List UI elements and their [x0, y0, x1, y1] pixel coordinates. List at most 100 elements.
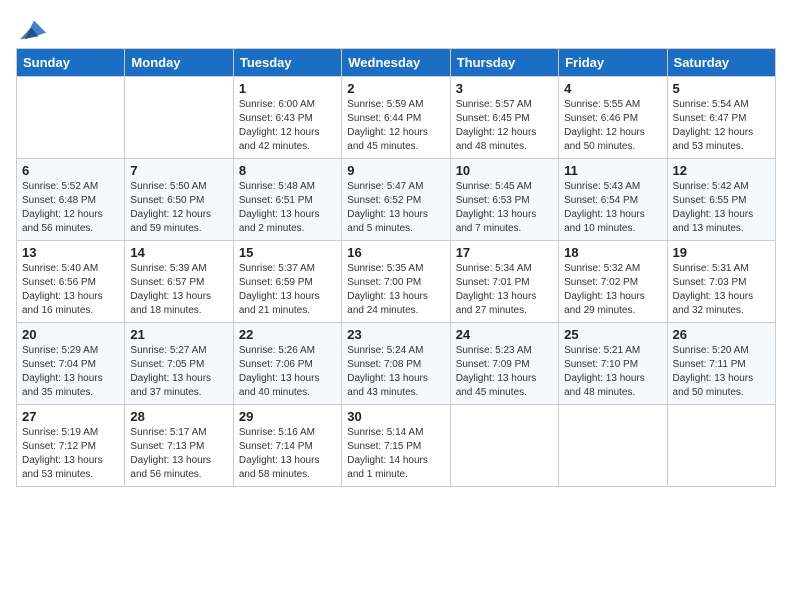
day-info: Sunrise: 5:48 AM Sunset: 6:51 PM Dayligh…	[239, 180, 336, 236]
day-number: 29	[239, 409, 336, 424]
day-cell: 28 Sunrise: 5:17 AM Sunset: 7:13 PM Dayli…	[125, 405, 233, 487]
day-info: Sunrise: 5:55 AM Sunset: 6:46 PM Dayligh…	[564, 98, 661, 154]
day-number: 5	[673, 81, 770, 96]
weekday-tuesday: Tuesday	[233, 49, 341, 77]
weekday-wednesday: Wednesday	[342, 49, 450, 77]
day-number: 14	[130, 245, 227, 260]
day-cell	[667, 405, 775, 487]
day-info: Sunrise: 5:31 AM Sunset: 7:03 PM Dayligh…	[673, 262, 770, 318]
day-cell: 2 Sunrise: 5:59 AM Sunset: 6:44 PM Daylig…	[342, 77, 450, 159]
day-info: Sunrise: 5:29 AM Sunset: 7:04 PM Dayligh…	[22, 344, 119, 400]
day-cell: 14 Sunrise: 5:39 AM Sunset: 6:57 PM Dayli…	[125, 241, 233, 323]
day-info: Sunrise: 5:23 AM Sunset: 7:09 PM Dayligh…	[456, 344, 553, 400]
calendar-table: SundayMondayTuesdayWednesdayThursdayFrid…	[16, 48, 776, 487]
weekday-thursday: Thursday	[450, 49, 558, 77]
day-cell: 8 Sunrise: 5:48 AM Sunset: 6:51 PM Daylig…	[233, 159, 341, 241]
day-info: Sunrise: 5:45 AM Sunset: 6:53 PM Dayligh…	[456, 180, 553, 236]
day-number: 13	[22, 245, 119, 260]
weekday-header-row: SundayMondayTuesdayWednesdayThursdayFrid…	[17, 49, 776, 77]
day-cell: 17 Sunrise: 5:34 AM Sunset: 7:01 PM Dayli…	[450, 241, 558, 323]
day-number: 16	[347, 245, 444, 260]
day-number: 11	[564, 163, 661, 178]
day-cell: 26 Sunrise: 5:20 AM Sunset: 7:11 PM Dayli…	[667, 323, 775, 405]
day-number: 28	[130, 409, 227, 424]
day-info: Sunrise: 5:20 AM Sunset: 7:11 PM Dayligh…	[673, 344, 770, 400]
weekday-sunday: Sunday	[17, 49, 125, 77]
day-cell: 24 Sunrise: 5:23 AM Sunset: 7:09 PM Dayli…	[450, 323, 558, 405]
day-info: Sunrise: 5:17 AM Sunset: 7:13 PM Dayligh…	[130, 426, 227, 482]
page-container: SundayMondayTuesdayWednesdayThursdayFrid…	[16, 16, 776, 487]
day-cell	[450, 405, 558, 487]
day-info: Sunrise: 5:42 AM Sunset: 6:55 PM Dayligh…	[673, 180, 770, 236]
day-info: Sunrise: 5:59 AM Sunset: 6:44 PM Dayligh…	[347, 98, 444, 154]
weekday-monday: Monday	[125, 49, 233, 77]
day-number: 7	[130, 163, 227, 178]
day-cell: 22Sunrise: 5:26 AM Sunset: 7:06 PM Dayli…	[233, 323, 341, 405]
day-info: Sunrise: 5:54 AM Sunset: 6:47 PM Dayligh…	[673, 98, 770, 154]
day-cell: 12 Sunrise: 5:42 AM Sunset: 6:55 PM Dayli…	[667, 159, 775, 241]
day-info: Sunrise: 5:26 AM Sunset: 7:06 PM Dayligh…	[239, 344, 336, 400]
day-number: 26	[673, 327, 770, 342]
day-info: Sunrise: 5:40 AM Sunset: 6:56 PM Dayligh…	[22, 262, 119, 318]
day-info: Sunrise: 5:35 AM Sunset: 7:00 PM Dayligh…	[347, 262, 444, 318]
day-cell: 15 Sunrise: 5:37 AM Sunset: 6:59 PM Dayli…	[233, 241, 341, 323]
logo-icon	[20, 16, 48, 44]
day-cell: 7 Sunrise: 5:50 AM Sunset: 6:50 PM Daylig…	[125, 159, 233, 241]
day-number: 3	[456, 81, 553, 96]
day-number: 23	[347, 327, 444, 342]
day-number: 19	[673, 245, 770, 260]
day-cell: 23 Sunrise: 5:24 AM Sunset: 7:08 PM Dayli…	[342, 323, 450, 405]
day-cell: 10 Sunrise: 5:45 AM Sunset: 6:53 PM Dayli…	[450, 159, 558, 241]
header	[16, 16, 776, 44]
day-cell: 1 Sunrise: 6:00 AM Sunset: 6:43 PM Daylig…	[233, 77, 341, 159]
day-number: 2	[347, 81, 444, 96]
day-cell	[559, 405, 667, 487]
day-info: Sunrise: 5:19 AM Sunset: 7:12 PM Dayligh…	[22, 426, 119, 482]
day-number: 8	[239, 163, 336, 178]
day-cell: 5 Sunrise: 5:54 AM Sunset: 6:47 PM Daylig…	[667, 77, 775, 159]
week-row-3: 13 Sunrise: 5:40 AM Sunset: 6:56 PM Dayli…	[17, 241, 776, 323]
day-info: Sunrise: 5:50 AM Sunset: 6:50 PM Dayligh…	[130, 180, 227, 236]
day-number: 30	[347, 409, 444, 424]
day-number: 10	[456, 163, 553, 178]
day-number: 27	[22, 409, 119, 424]
day-number: 17	[456, 245, 553, 260]
day-info: Sunrise: 6:00 AM Sunset: 6:43 PM Dayligh…	[239, 98, 336, 154]
day-cell	[17, 77, 125, 159]
day-info: Sunrise: 5:24 AM Sunset: 7:08 PM Dayligh…	[347, 344, 444, 400]
logo	[16, 16, 48, 44]
day-cell: 13 Sunrise: 5:40 AM Sunset: 6:56 PM Dayli…	[17, 241, 125, 323]
day-cell	[125, 77, 233, 159]
day-cell: 21Sunrise: 5:27 AM Sunset: 7:05 PM Dayli…	[125, 323, 233, 405]
day-cell: 9Sunrise: 5:47 AM Sunset: 6:52 PM Daylig…	[342, 159, 450, 241]
day-info: Sunrise: 5:27 AM Sunset: 7:05 PM Dayligh…	[130, 344, 227, 400]
day-cell: 18Sunrise: 5:32 AM Sunset: 7:02 PM Dayli…	[559, 241, 667, 323]
day-info: Sunrise: 5:37 AM Sunset: 6:59 PM Dayligh…	[239, 262, 336, 318]
weekday-friday: Friday	[559, 49, 667, 77]
day-info: Sunrise: 5:43 AM Sunset: 6:54 PM Dayligh…	[564, 180, 661, 236]
day-number: 4	[564, 81, 661, 96]
day-cell: 6 Sunrise: 5:52 AM Sunset: 6:48 PM Daylig…	[17, 159, 125, 241]
day-info: Sunrise: 5:52 AM Sunset: 6:48 PM Dayligh…	[22, 180, 119, 236]
day-info: Sunrise: 5:39 AM Sunset: 6:57 PM Dayligh…	[130, 262, 227, 318]
day-cell: 11 Sunrise: 5:43 AM Sunset: 6:54 PM Dayli…	[559, 159, 667, 241]
week-row-2: 6 Sunrise: 5:52 AM Sunset: 6:48 PM Daylig…	[17, 159, 776, 241]
day-number: 1	[239, 81, 336, 96]
day-number: 15	[239, 245, 336, 260]
day-cell: 25Sunrise: 5:21 AM Sunset: 7:10 PM Dayli…	[559, 323, 667, 405]
day-cell: 19 Sunrise: 5:31 AM Sunset: 7:03 PM Dayli…	[667, 241, 775, 323]
day-number: 12	[673, 163, 770, 178]
day-number: 6	[22, 163, 119, 178]
day-info: Sunrise: 5:34 AM Sunset: 7:01 PM Dayligh…	[456, 262, 553, 318]
day-number: 20	[22, 327, 119, 342]
day-info: Sunrise: 5:57 AM Sunset: 6:45 PM Dayligh…	[456, 98, 553, 154]
day-cell: 3 Sunrise: 5:57 AM Sunset: 6:45 PM Daylig…	[450, 77, 558, 159]
day-info: Sunrise: 5:14 AM Sunset: 7:15 PM Dayligh…	[347, 426, 444, 482]
day-number: 9	[347, 163, 444, 178]
day-info: Sunrise: 5:32 AM Sunset: 7:02 PM Dayligh…	[564, 262, 661, 318]
day-info: Sunrise: 5:21 AM Sunset: 7:10 PM Dayligh…	[564, 344, 661, 400]
day-cell: 20 Sunrise: 5:29 AM Sunset: 7:04 PM Dayli…	[17, 323, 125, 405]
day-cell: 16 Sunrise: 5:35 AM Sunset: 7:00 PM Dayli…	[342, 241, 450, 323]
day-number: 24	[456, 327, 553, 342]
week-row-5: 27 Sunrise: 5:19 AM Sunset: 7:12 PM Dayli…	[17, 405, 776, 487]
